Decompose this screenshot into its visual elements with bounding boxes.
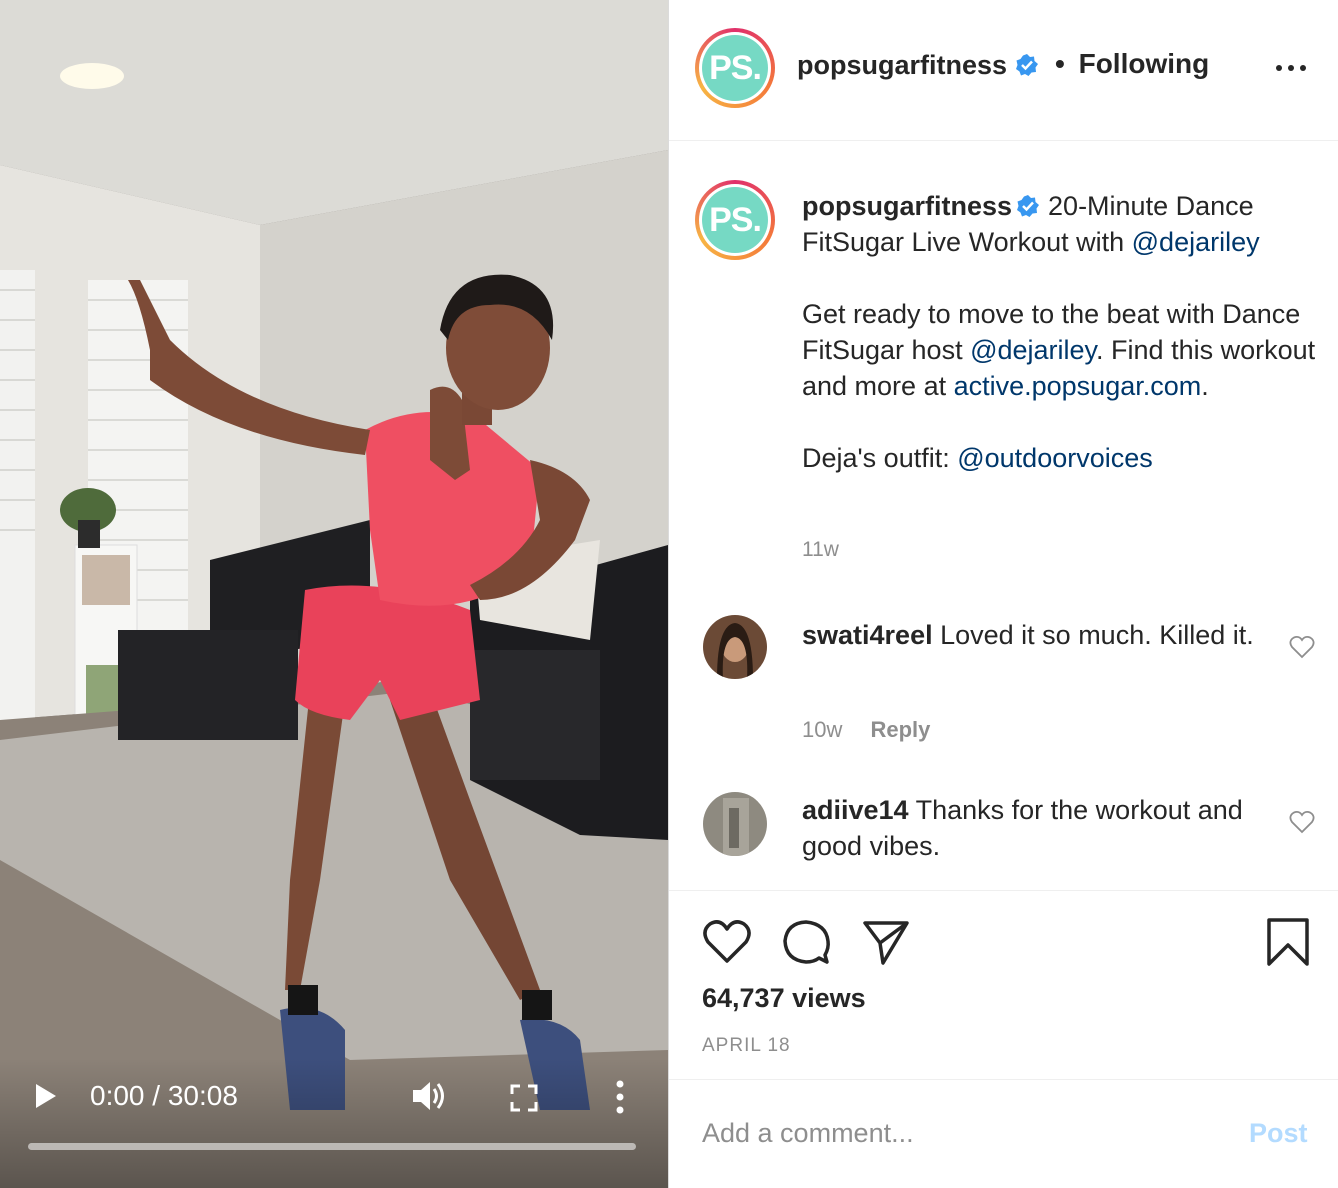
more-vertical-icon[interactable]: [612, 1080, 628, 1114]
caption-avatar-logo: PS.: [702, 187, 768, 253]
mention-link[interactable]: @dejariley: [970, 335, 1096, 365]
reply-button[interactable]: Reply: [870, 717, 930, 742]
comment-text: adiive14 Thanks for the workout and good…: [802, 792, 1262, 864]
video-frame: [0, 0, 668, 1188]
video-time: 0:00 / 30:08: [90, 1080, 238, 1111]
comment-username[interactable]: adiive14: [802, 795, 909, 825]
video-controls: [0, 1058, 668, 1188]
share-send-icon[interactable]: [861, 917, 911, 967]
website-link[interactable]: active.popsugar.com: [954, 371, 1202, 401]
caption-timestamp[interactable]: 11w: [802, 538, 839, 562]
comment-body: Loved it so much. Killed it.: [940, 620, 1254, 650]
verified-badge-icon: [1016, 54, 1039, 76]
caption-text: popsugarfitness 20-Minute Dance FitSugar…: [802, 188, 1322, 512]
verified-badge-icon: [1017, 195, 1040, 217]
post-date[interactable]: APRIL 18: [702, 1035, 791, 1057]
commenter-avatar[interactable]: [703, 792, 767, 856]
video-progress-bar[interactable]: [28, 1143, 636, 1150]
comment-meta: 10w Reply: [802, 717, 930, 743]
caption-body: .: [1201, 371, 1209, 401]
like-comment-heart-icon[interactable]: [1289, 810, 1315, 834]
commenter-avatar[interactable]: [703, 615, 767, 679]
play-icon[interactable]: [34, 1083, 58, 1109]
volume-icon[interactable]: [410, 1078, 446, 1114]
like-heart-icon[interactable]: [702, 917, 752, 967]
caption-username[interactable]: popsugarfitness: [802, 191, 1012, 221]
caption-outfit: Deja's outfit:: [802, 443, 958, 473]
post-side-panel: PS. popsugarfitness • Following PS. pops…: [668, 0, 1338, 1188]
mention-link[interactable]: @outdoorvoices: [957, 443, 1153, 473]
comment-input[interactable]: Add a comment...: [702, 1118, 914, 1149]
more-options-icon[interactable]: [1275, 60, 1307, 76]
comment-text: swati4reel Loved it so much. Killed it.: [802, 617, 1262, 653]
add-comment-bar: Add a comment... Post: [669, 1080, 1338, 1188]
comment-icon[interactable]: [781, 917, 831, 967]
save-bookmark-icon[interactable]: [1263, 917, 1313, 967]
avatar-logo: PS.: [702, 35, 768, 101]
post-header: PS. popsugarfitness • Following: [669, 0, 1338, 141]
comment-time[interactable]: 10w: [802, 717, 842, 742]
video-player[interactable]: 0:00 / 30:08: [0, 0, 668, 1188]
view-count[interactable]: 64,737 views: [702, 983, 866, 1014]
mention-link[interactable]: @dejariley: [1132, 227, 1260, 257]
post-button[interactable]: Post: [1249, 1118, 1308, 1149]
following-button[interactable]: • Following: [1055, 48, 1209, 80]
post-actions: 64,737 views APRIL 18: [669, 890, 1338, 1080]
header-user: popsugarfitness: [797, 50, 1039, 81]
avatar[interactable]: PS.: [695, 28, 775, 108]
fullscreen-icon[interactable]: [510, 1084, 538, 1112]
comment-username[interactable]: swati4reel: [802, 620, 933, 650]
caption-avatar[interactable]: PS.: [695, 180, 775, 260]
header-separator: •: [1055, 48, 1065, 79]
header-username[interactable]: popsugarfitness: [797, 50, 1007, 80]
like-comment-heart-icon[interactable]: [1289, 635, 1315, 659]
following-label: Following: [1078, 48, 1210, 79]
